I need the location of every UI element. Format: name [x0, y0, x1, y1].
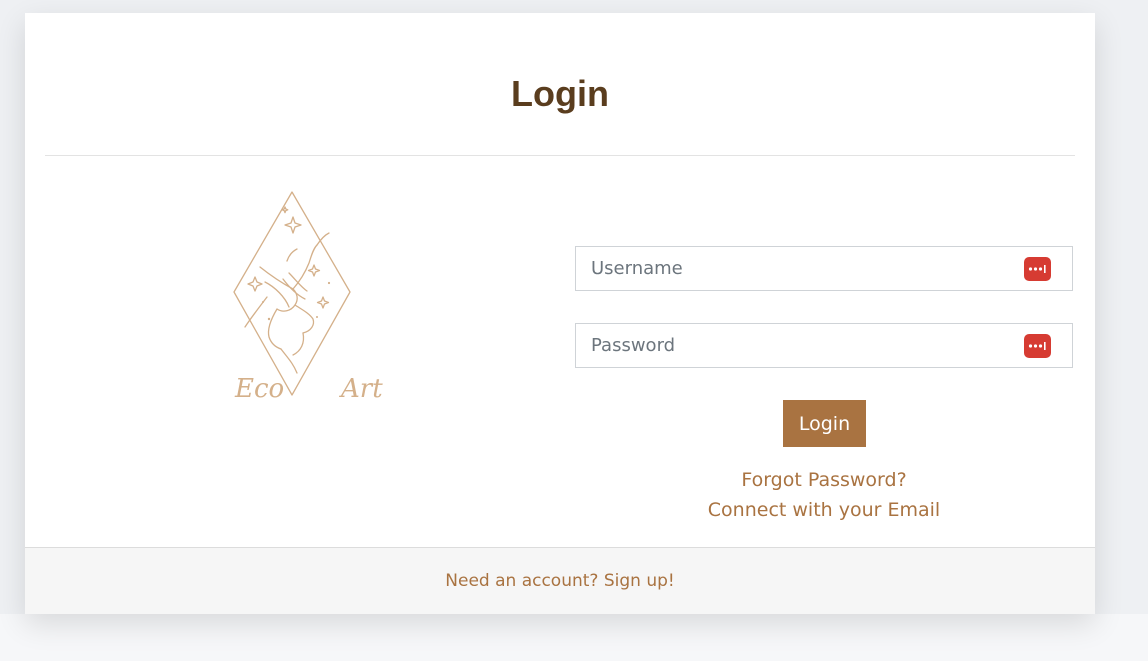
dots-icon	[1028, 342, 1046, 350]
card-footer: Need an account? Sign up!	[25, 547, 1095, 614]
dots-icon	[1028, 265, 1046, 273]
logo-text-eco: Eco	[234, 374, 284, 402]
logo-graphic: Eco Art	[233, 191, 383, 404]
password-manager-icon[interactable]	[1024, 334, 1051, 358]
connect-email-link[interactable]: Connect with your Email	[575, 499, 1073, 521]
forgot-password-link[interactable]: Forgot Password?	[575, 469, 1073, 491]
card-header: Login	[45, 13, 1075, 156]
password-input[interactable]	[576, 324, 1011, 367]
login-button[interactable]: Login	[783, 400, 866, 447]
login-card: Login Eco Art Username Login Forgot Pass…	[25, 13, 1095, 614]
logo-text-art: Art	[339, 374, 383, 402]
page-title: Login	[511, 73, 609, 114]
password-field	[575, 323, 1073, 368]
username-input[interactable]	[576, 247, 1011, 290]
signup-link[interactable]: Need an account? Sign up!	[445, 571, 674, 591]
eco-art-logo: Eco Art	[205, 187, 390, 404]
password-manager-icon[interactable]	[1024, 257, 1051, 281]
username-field	[575, 246, 1073, 291]
page-background-bottom	[0, 614, 1148, 661]
